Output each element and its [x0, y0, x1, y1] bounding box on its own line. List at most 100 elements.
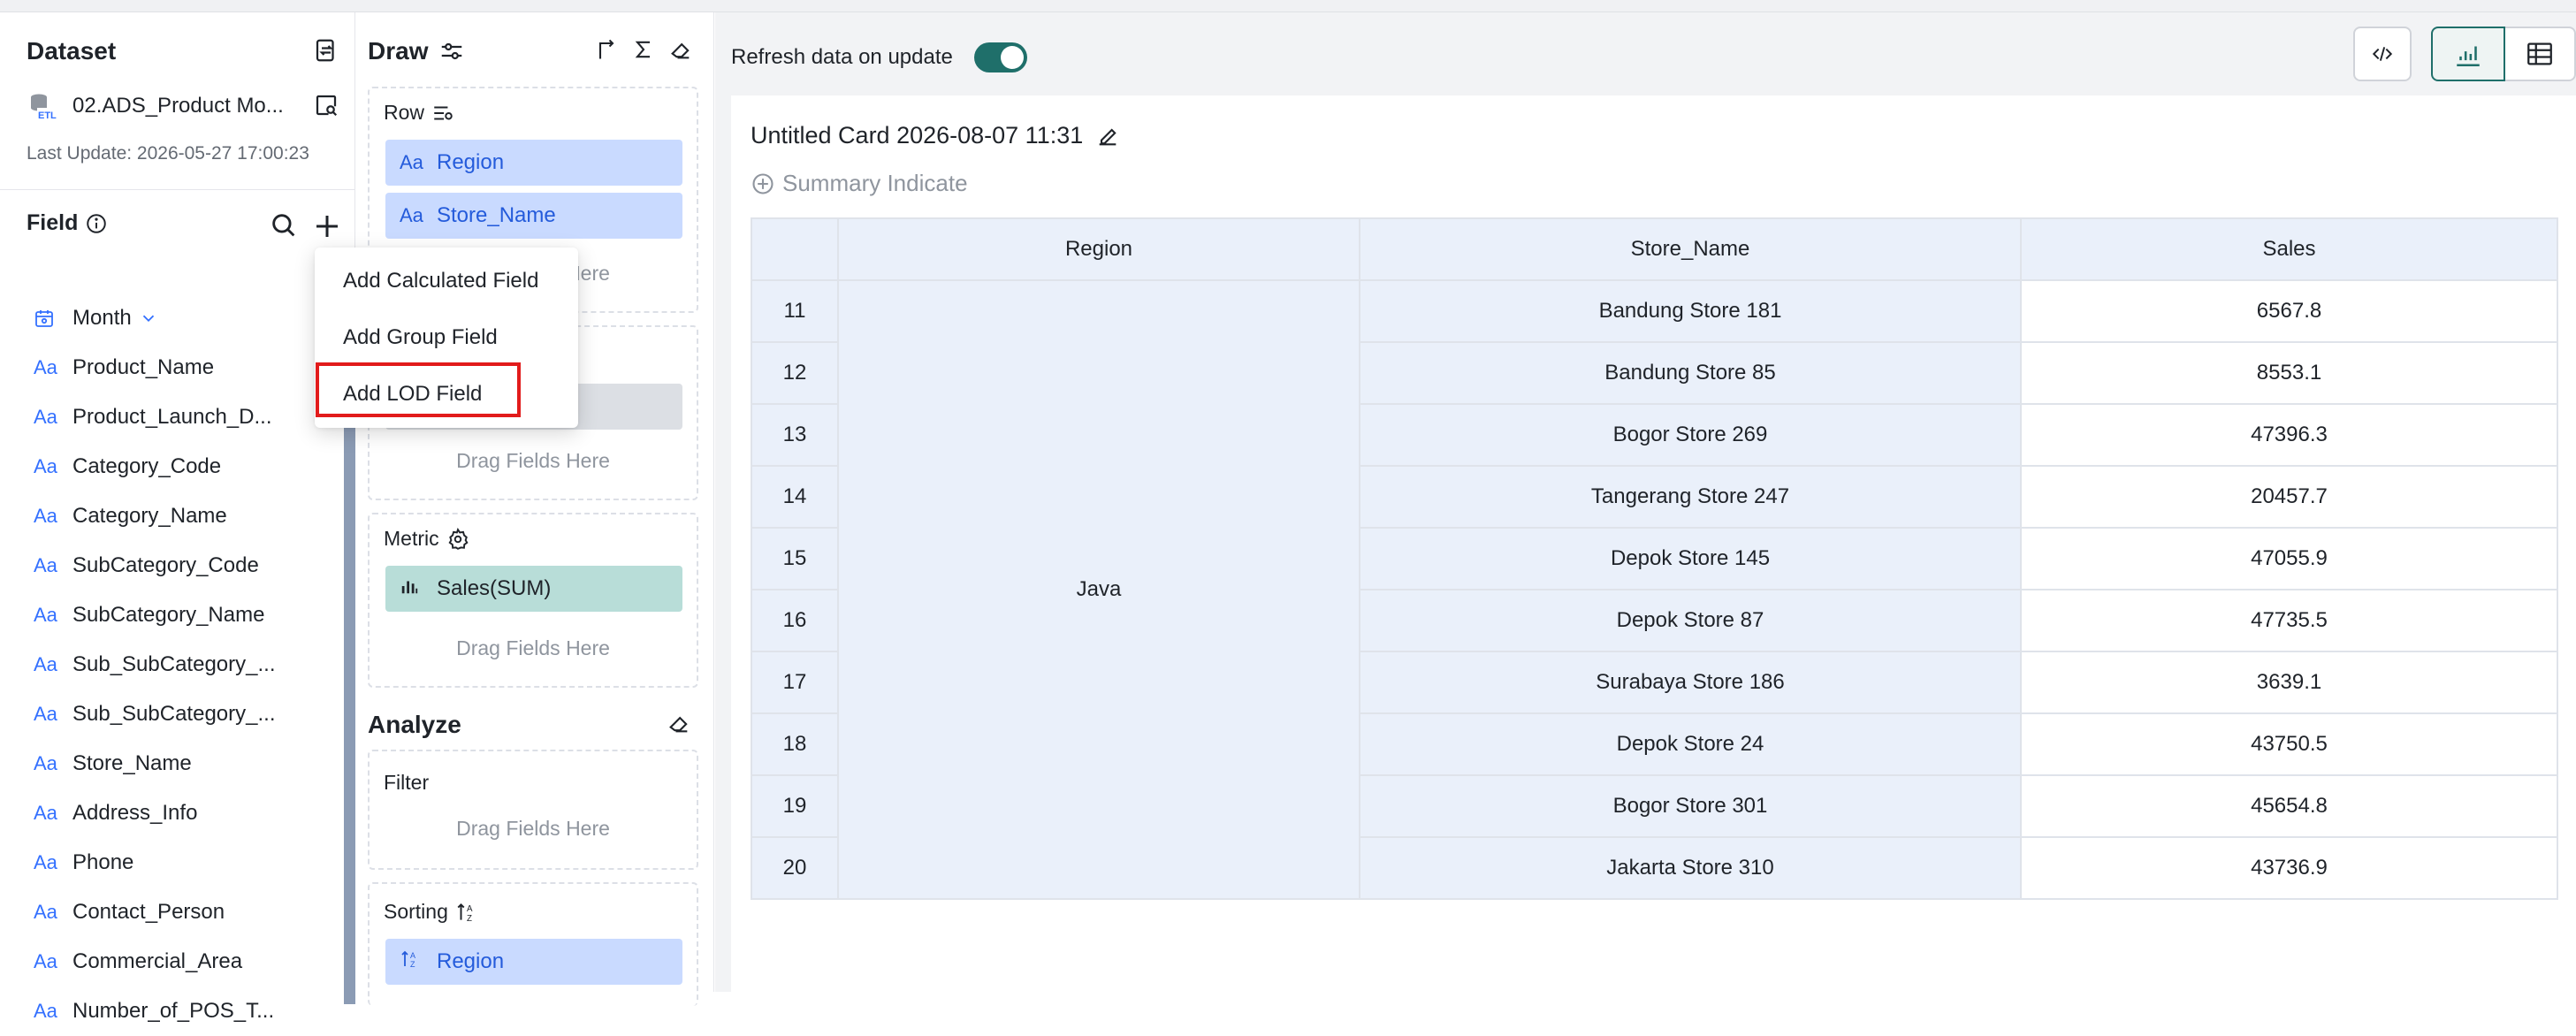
region-cell: Java: [837, 279, 1360, 900]
dataset-selector[interactable]: ETL 02.ADS_Product Mo...: [27, 88, 284, 124]
field-item[interactable]: Aa Sub_SubCategory_...: [34, 640, 343, 689]
drag-hint: Drag Fields Here: [456, 449, 610, 472]
table-row: 11 Java Bandung Store 181 6567.8: [751, 279, 2558, 900]
field-item[interactable]: Aa Commercial_Area: [34, 937, 343, 986]
row-label: Row: [384, 101, 454, 125]
field-item[interactable]: Aa Store_Name: [34, 739, 343, 788]
table-corner-cell: [751, 217, 839, 281]
eraser-icon[interactable]: [667, 711, 691, 735]
draw-title-label: Draw: [368, 37, 429, 65]
store-cell: Depok Store 145: [1359, 527, 2022, 590]
row-index: 15: [751, 527, 839, 590]
text-type-icon: Aa: [34, 554, 57, 576]
dataset-panel: Dataset ETL 02.ADS_Product Mo... Last Up…: [0, 12, 355, 1023]
row-settings-icon[interactable]: [431, 102, 454, 125]
field-name: SubCategory_Name: [72, 603, 265, 627]
text-type-icon: Aa: [34, 406, 57, 428]
dataset-preview-icon[interactable]: [313, 92, 339, 118]
refresh-toggle[interactable]: [973, 42, 1027, 72]
field-name: Sub_SubCategory_...: [72, 702, 276, 726]
field-item[interactable]: Aa Product_Name: [34, 343, 343, 392]
field-item[interactable]: Aa Product_Launch_D...: [34, 392, 343, 442]
add-field-icon[interactable]: [311, 210, 343, 242]
field-name: Store_Name: [72, 751, 192, 775]
field-name: SubCategory_Code: [72, 553, 259, 577]
sorting-label: Sorting AZ: [384, 900, 478, 924]
switch-dataset-icon[interactable]: [313, 37, 339, 64]
field-item[interactable]: Aa Sub_SubCategory_...: [34, 689, 343, 739]
summary-label: Summary Indicate: [782, 170, 968, 196]
text-type-icon: Aa: [34, 950, 57, 972]
row-pill-region[interactable]: Aa Region: [385, 140, 682, 186]
info-icon[interactable]: [85, 212, 108, 235]
canvas-area: Refresh data on update Untitled Card 202…: [715, 12, 2576, 992]
filter-label: Filter: [384, 771, 430, 794]
text-type-icon: Aa: [34, 851, 57, 873]
field-item[interactable]: Aa Category_Name: [34, 491, 343, 541]
field-item-month[interactable]: Month: [34, 293, 343, 343]
code-view-button[interactable]: [2353, 27, 2412, 81]
menu-add-calculated-field[interactable]: Add Calculated Field: [343, 269, 538, 293]
refresh-control: Refresh data on update: [731, 42, 1027, 72]
text-type-icon: Aa: [34, 752, 57, 774]
highlight-box: [316, 362, 521, 417]
settings-sliders-icon[interactable]: [438, 38, 465, 65]
table-view-button[interactable]: [2505, 27, 2576, 81]
store-cell: Surabaya Store 186: [1359, 651, 2022, 714]
plus-circle-icon: [752, 172, 774, 194]
metric-dropzone[interactable]: Metric Sales(SUM) Drag Fields Here: [368, 513, 698, 688]
field-name: Number_of_POS_T...: [72, 999, 275, 1023]
svg-text:ETL: ETL: [38, 110, 57, 121]
sales-cell: 47396.3: [2020, 403, 2558, 467]
edit-icon[interactable]: [1095, 124, 1120, 149]
sales-cell: 45654.8: [2020, 774, 2558, 838]
gear-icon[interactable]: [446, 527, 469, 551]
text-type-icon: Aa: [34, 802, 57, 824]
sales-cell: 43750.5: [2020, 712, 2558, 776]
filter-dropzone[interactable]: Filter Drag Fields Here: [368, 750, 698, 870]
row-index: 14: [751, 465, 839, 529]
drag-hint: Drag Fields Here: [456, 636, 610, 659]
text-type-icon: Aa: [34, 455, 57, 477]
draw-toolbar: [594, 37, 693, 62]
field-item[interactable]: Aa Number_of_POS_T...: [34, 986, 343, 1036]
text-type-icon: Aa: [400, 151, 423, 173]
sales-cell: 8553.1: [2020, 341, 2558, 405]
text-type-icon: Aa: [34, 1000, 57, 1022]
row-index: 13: [751, 403, 839, 467]
field-item[interactable]: Aa Phone: [34, 838, 343, 887]
field-item[interactable]: Aa Address_Info: [34, 788, 343, 838]
column-header-store-name[interactable]: Store_Name: [1359, 217, 2022, 281]
metric-label: Metric: [384, 527, 469, 551]
store-cell: Tangerang Store 247: [1359, 465, 2022, 529]
column-header-sales[interactable]: Sales: [2020, 217, 2558, 281]
column-header-region[interactable]: Region: [837, 217, 1360, 281]
chevron-down-icon[interactable]: [139, 309, 158, 328]
eraser-icon[interactable]: [668, 37, 693, 62]
sigma-icon[interactable]: [631, 37, 656, 62]
date-icon: [34, 308, 72, 329]
text-type-icon: Aa: [34, 604, 57, 626]
search-icon[interactable]: [269, 210, 299, 240]
menu-add-group-field[interactable]: Add Group Field: [343, 325, 498, 350]
row-pill-store-name[interactable]: Aa Store_Name: [385, 193, 682, 239]
card-title-text: Untitled Card 2026-08-07 11:31: [751, 122, 1084, 149]
field-item[interactable]: Aa SubCategory_Name: [34, 590, 343, 640]
sorting-pill-region[interactable]: AZ Region: [385, 939, 682, 985]
sort-az-icon[interactable]: AZ: [455, 901, 478, 924]
chart-view-button[interactable]: [2431, 27, 2505, 81]
pill-label: Region: [437, 949, 505, 973]
swap-axes-icon[interactable]: [594, 37, 619, 62]
text-type-icon: Aa: [400, 204, 423, 226]
field-item[interactable]: Aa SubCategory_Code: [34, 541, 343, 590]
field-item[interactable]: Aa Contact_Person: [34, 887, 343, 937]
field-item[interactable]: Aa Category_Code: [34, 442, 343, 491]
store-cell: Bandung Store 85: [1359, 341, 2022, 405]
svg-text:A: A: [410, 951, 415, 960]
sorting-dropzone[interactable]: Sorting AZ AZ Region: [368, 882, 698, 1006]
store-cell: Jakarta Store 310: [1359, 836, 2022, 900]
metric-pill-sales[interactable]: Sales(SUM): [385, 566, 682, 612]
store-cell: Bandung Store 181: [1359, 279, 2022, 343]
drag-hint: Drag Fields Here: [456, 817, 610, 840]
summary-indicate-button[interactable]: Summary Indicate: [751, 170, 968, 197]
